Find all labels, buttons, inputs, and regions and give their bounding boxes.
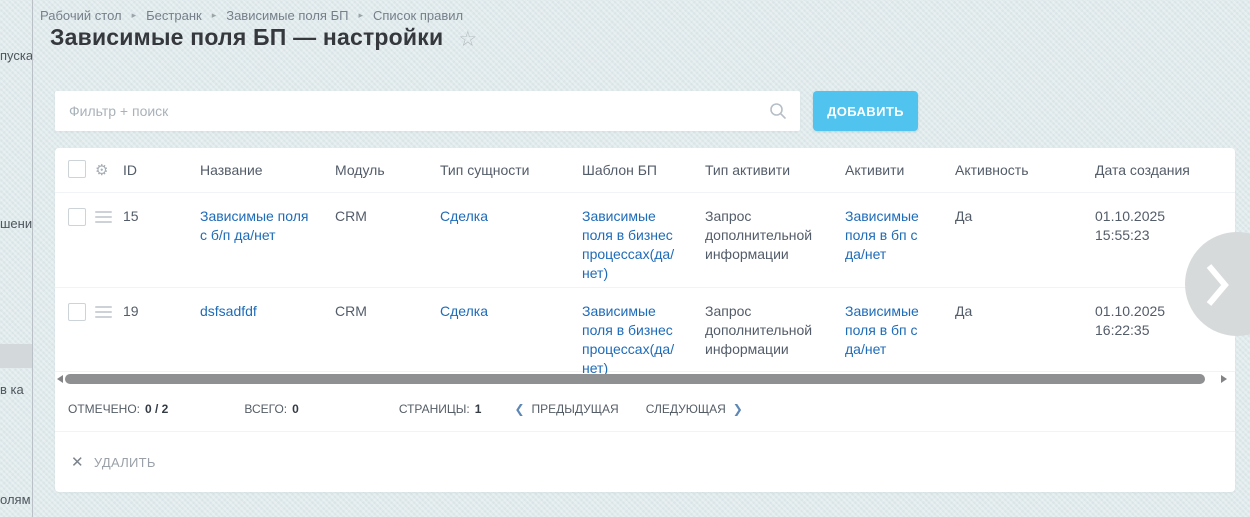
checked-label: ОТМЕЧЕНО: — [68, 402, 140, 416]
cell-activity: Зависимые поля в бп с да/нет — [845, 302, 955, 359]
cell-activity-type: Запрос дополнительной информации — [705, 302, 845, 359]
page-title: Зависимые поля БП — настройки — [50, 24, 443, 51]
clipped-text-fragment: пуска — [0, 48, 33, 63]
breadcrumb-item-rules-list[interactable]: Список правил — [373, 8, 463, 23]
pagination-bar: ОТМЕЧЕНО: 0 / 2 ВСЕГО: 0 СТРАНИЦЫ: 1 ❮ ПРЕДЫ… — [55, 387, 1235, 432]
breadcrumb-item-vendor[interactable]: Бестранк — [146, 8, 202, 23]
rules-grid-panel: ⚙ ID Название Модуль Тип сущности Шаблон… — [55, 148, 1235, 492]
column-header-created[interactable]: Дата создания — [1095, 162, 1235, 178]
screen: пуска шени в ка олям Рабочий стол ▸ Бест… — [0, 0, 1250, 517]
add-button[interactable]: ДОБАВИТЬ — [813, 91, 918, 131]
cell-entity-type: Сделка — [440, 207, 582, 226]
cell-name: Зависимые поля с б/п да/нет — [200, 207, 335, 245]
total-label: ВСЕГО: — [244, 402, 287, 416]
rule-name-link[interactable]: dsfsadfdf — [200, 303, 257, 319]
column-header-module[interactable]: Модуль — [335, 162, 440, 178]
cell-activity: Зависимые поля в бп с да/нет — [845, 207, 955, 264]
bp-template-link[interactable]: Зависимые поля в бизнес процессах(да/нет… — [582, 303, 674, 376]
entity-type-link[interactable]: Сделка — [440, 303, 488, 319]
delete-button[interactable]: ✕ УДАЛИТЬ — [71, 455, 156, 470]
favorite-star-icon[interactable]: ☆ — [458, 29, 477, 50]
clipped-text-fragment: шени — [0, 216, 32, 231]
delete-button-label: УДАЛИТЬ — [94, 455, 156, 470]
activity-link[interactable]: Зависимые поля в бп с да/нет — [845, 303, 919, 357]
chevron-left-icon: ❮ — [514, 402, 524, 416]
cell-active: Да — [955, 302, 1095, 321]
prev-page-button[interactable]: ❮ ПРЕДЫДУЩАЯ — [507, 402, 618, 416]
scroll-right-arrow-icon[interactable] — [1221, 375, 1227, 383]
breadcrumb-separator-icon: ▸ — [358, 10, 363, 21]
row-menu-cell — [95, 302, 123, 326]
cell-active: Да — [955, 207, 1095, 226]
clipped-highlight-bar — [0, 344, 32, 368]
row-actions-menu-icon[interactable] — [95, 211, 112, 226]
breadcrumb-separator-icon: ▸ — [132, 10, 137, 21]
grid-settings-gear-icon[interactable]: ⚙ — [95, 162, 108, 179]
chevron-right-icon — [1205, 262, 1231, 308]
breadcrumb: Рабочий стол ▸ Бестранк ▸ Зависимые поля… — [40, 8, 463, 23]
cell-bp-template: Зависимые поля в бизнес процессах(да/нет… — [582, 207, 705, 283]
breadcrumb-separator-icon: ▸ — [212, 10, 217, 21]
total-value: 0 — [292, 402, 299, 416]
pages-value: 1 — [475, 402, 482, 416]
pages-label: СТРАНИЦЫ: — [399, 402, 470, 416]
header-settings-cell: ⚙ — [95, 162, 123, 178]
column-header-name[interactable]: Название — [200, 162, 335, 178]
scrollbar-thumb[interactable] — [65, 374, 1205, 384]
activity-link[interactable]: Зависимые поля в бп с да/нет — [845, 208, 919, 262]
cell-id: 19 — [123, 302, 200, 321]
pages-counter: СТРАНИЦЫ: 1 — [399, 402, 482, 416]
cell-module: CRM — [335, 302, 440, 321]
delete-x-icon: ✕ — [71, 455, 84, 470]
cell-id: 15 — [123, 207, 200, 226]
next-page-button[interactable]: СЛЕДУЮЩАЯ ❯ — [646, 402, 750, 416]
breadcrumb-item-desktop[interactable]: Рабочий стол — [40, 8, 122, 23]
entity-type-link[interactable]: Сделка — [440, 208, 488, 224]
column-header-entity-type[interactable]: Тип сущности — [440, 162, 582, 178]
bp-template-link[interactable]: Зависимые поля в бизнес процессах(да/нет… — [582, 208, 674, 281]
table-row: 19 dsfsadfdf CRM Сделка Зависимые поля в… — [55, 288, 1235, 372]
column-header-id[interactable]: ID — [123, 162, 200, 178]
cell-bp-template: Зависимые поля в бизнес процессах(да/нет… — [582, 302, 705, 378]
cell-module: CRM — [335, 207, 440, 226]
horizontal-scrollbar[interactable] — [55, 372, 1235, 387]
header-checkbox-cell — [68, 160, 95, 181]
row-checkbox-cell — [68, 207, 95, 231]
prev-page-label: ПРЕДЫДУЩАЯ — [532, 402, 619, 416]
row-menu-cell — [95, 207, 123, 231]
clipped-text-fragment: олям — [0, 492, 31, 507]
panel-left-border — [32, 0, 33, 517]
cell-activity-type: Запрос дополнительной информации — [705, 207, 845, 264]
row-checkbox-cell — [68, 302, 95, 326]
column-header-activity[interactable]: Активити — [845, 162, 955, 178]
checked-counter: ОТМЕЧЕНО: 0 / 2 — [68, 402, 168, 416]
select-all-checkbox[interactable] — [68, 160, 86, 178]
column-header-bp-template[interactable]: Шаблон БП — [582, 162, 705, 178]
column-header-activity-type[interactable]: Тип активити — [705, 162, 845, 178]
column-header-active[interactable]: Активность — [955, 162, 1095, 178]
table-row: 15 Зависимые поля с б/п да/нет CRM Сделк… — [55, 193, 1235, 288]
row-checkbox[interactable] — [68, 208, 86, 226]
group-actions-bar: ✕ УДАЛИТЬ — [55, 432, 1235, 493]
search-icon[interactable] — [769, 102, 787, 120]
breadcrumb-item-module[interactable]: Зависимые поля БП — [226, 8, 348, 23]
cell-name: dsfsadfdf — [200, 302, 335, 321]
checked-value: 0 / 2 — [145, 402, 168, 416]
grid-header-row: ⚙ ID Название Модуль Тип сущности Шаблон… — [55, 148, 1235, 193]
scroll-left-arrow-icon[interactable] — [57, 375, 63, 383]
next-page-label: СЛЕДУЮЩАЯ — [646, 402, 726, 416]
total-counter: ВСЕГО: 0 — [244, 402, 298, 416]
rule-name-link[interactable]: Зависимые поля с б/п да/нет — [200, 208, 309, 243]
chevron-right-icon: ❯ — [733, 402, 743, 416]
filter-search-bar[interactable] — [55, 91, 800, 131]
row-checkbox[interactable] — [68, 303, 86, 321]
row-actions-menu-icon[interactable] — [95, 306, 112, 321]
title-row: Зависимые поля БП — настройки ☆ — [50, 24, 477, 51]
search-input[interactable] — [55, 91, 800, 131]
cell-entity-type: Сделка — [440, 302, 582, 321]
clipped-text-fragment: в ка — [0, 382, 24, 397]
